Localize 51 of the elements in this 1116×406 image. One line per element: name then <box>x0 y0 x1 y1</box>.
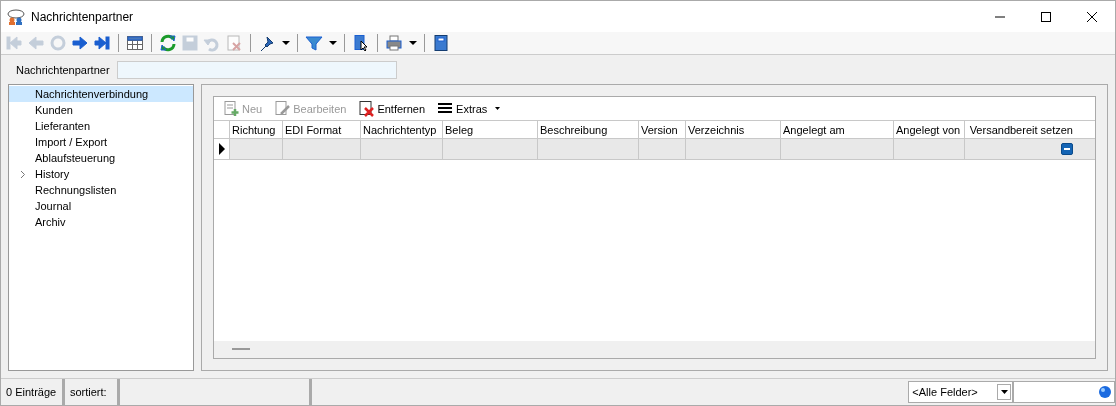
forward-arrow-icon[interactable] <box>71 34 89 52</box>
new-record-icon <box>223 100 240 117</box>
sidebar-item[interactable]: Lieferanten <box>9 118 193 134</box>
sidebar-item[interactable]: Archiv <box>9 214 193 230</box>
status-text: 0 Einträge <box>1 379 65 405</box>
page-cursor-icon[interactable] <box>352 34 370 52</box>
close-icon[interactable] <box>1086 10 1098 23</box>
notebook-icon[interactable] <box>432 34 450 52</box>
toolbar-button[interactable]: Entfernen <box>354 100 430 117</box>
status-text: sortiert: <box>64 379 120 405</box>
extras-menu-button[interactable]: Extras <box>433 100 505 117</box>
input-field[interactable] <box>116 61 397 79</box>
window-title: Nachrichtenpartner <box>31 9 135 24</box>
maximize-icon[interactable] <box>1040 10 1052 23</box>
sidebar-item[interactable]: Ablaufsteuerung <box>9 150 193 166</box>
column-header[interactable]: Beleg <box>443 121 538 138</box>
column-header[interactable]: EDI Format <box>283 121 361 138</box>
column-header[interactable]: Richtung <box>230 121 283 138</box>
table-icon[interactable] <box>126 34 144 52</box>
dropdown-caret-icon <box>1000 390 1008 394</box>
column-header[interactable]: Versandbereit setzen <box>965 121 1095 138</box>
sidebar-item[interactable]: History <box>9 166 193 182</box>
dropdown-caret-icon <box>495 107 501 110</box>
column-header[interactable]: Verzeichnis <box>686 121 781 138</box>
column-header[interactable]: Beschreibung <box>538 121 639 138</box>
filter-icon[interactable] <box>305 34 323 52</box>
dropdown-caret-icon[interactable] <box>282 41 290 45</box>
sidebar-item[interactable]: Import / Export <box>9 134 193 150</box>
column-header[interactable]: Nachrichtentyp <box>361 121 443 138</box>
splitter-handle-icon[interactable] <box>232 348 250 351</box>
refresh-icon[interactable] <box>159 34 177 52</box>
column-header[interactable]: Angelegt von <box>894 121 965 138</box>
sidebar-item[interactable]: Rechnungslisten <box>9 182 193 198</box>
pushpin-icon[interactable] <box>258 34 276 52</box>
column-header[interactable]: Version <box>639 121 686 138</box>
remove-record-icon <box>358 100 376 117</box>
dropdown-caret-icon[interactable] <box>329 41 337 45</box>
column-header[interactable]: Angelegt am <box>781 121 894 138</box>
checkbox[interactable] <box>1061 143 1073 155</box>
field-label: Nachrichtenpartner <box>16 64 110 76</box>
sidebar-item[interactable]: Journal <box>9 198 193 214</box>
search-orb-icon <box>1098 385 1112 399</box>
people-icon <box>7 7 25 26</box>
dropdown-caret-icon[interactable] <box>409 41 417 45</box>
sidebar-item[interactable]: Kunden <box>9 102 193 118</box>
search-field[interactable] <box>1013 381 1115 403</box>
sidebar-item[interactable]: Nachrichtenverbindung <box>9 86 193 102</box>
last-record-icon[interactable] <box>93 34 111 52</box>
printer-icon[interactable] <box>385 34 403 52</box>
field-dropdown[interactable]: <Alle Felder> <box>908 381 1014 403</box>
edit-record-icon <box>274 100 292 117</box>
